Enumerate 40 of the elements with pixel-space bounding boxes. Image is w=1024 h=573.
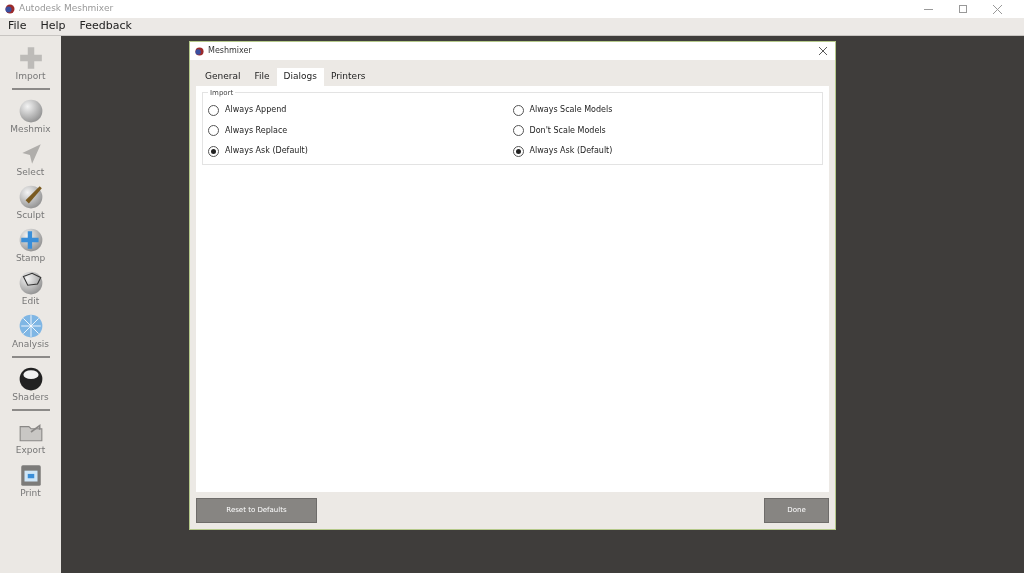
minimize-icon[interactable] [924, 8, 933, 10]
dialog-title: Meshmixer [208, 45, 252, 57]
radio-button[interactable] [208, 145, 219, 157]
tool-button[interactable]: Select [2, 137, 59, 180]
tool-button[interactable]: Stamp [2, 223, 59, 266]
tab[interactable]: Dialogs [276, 68, 324, 86]
mesh-sphere-icon [17, 313, 44, 339]
option-label: Don't Scale Models [529, 124, 606, 137]
sphere-stamp-icon [17, 227, 44, 253]
option-label: Always Append [225, 104, 287, 117]
sphere-icon [17, 98, 44, 124]
radio-button[interactable] [512, 104, 524, 116]
tool-button[interactable]: Analysis [2, 309, 59, 352]
option-label: Always Scale Models [529, 104, 613, 117]
tool-button[interactable]: Edit [2, 266, 59, 309]
menu-item[interactable]: Feedback [79, 18, 132, 35]
sphere-mesh-icon [17, 270, 44, 296]
chrome-sphere-icon [17, 366, 44, 392]
radio-button[interactable] [512, 125, 524, 137]
tool-button[interactable]: Print [2, 458, 59, 501]
window-title: Autodesk Meshmixer [19, 2, 114, 16]
menu-item[interactable]: File [8, 18, 27, 35]
menu-item[interactable]: Help [40, 18, 66, 35]
tool-button[interactable]: Export [2, 415, 59, 458]
tool-button[interactable]: Import [2, 41, 59, 84]
close-icon[interactable] [819, 47, 827, 55]
plus-icon [17, 45, 44, 71]
app-logo-icon [195, 46, 204, 56]
sphere-brush-icon [17, 184, 44, 210]
option-label: Always Ask (Default) [529, 145, 613, 158]
maximize-icon[interactable] [959, 5, 967, 13]
radio-button[interactable] [208, 104, 219, 116]
tool-button[interactable]: Meshmix [2, 94, 59, 137]
app-logo-icon [5, 4, 15, 14]
tool-button[interactable]: Shaders [2, 362, 59, 405]
radio-button[interactable] [512, 145, 524, 157]
option-label: Always Ask (Default) [225, 145, 308, 158]
tool-button[interactable]: Sculpt [2, 180, 59, 223]
option-label: Always Replace [225, 124, 288, 137]
radio-button[interactable] [208, 125, 219, 137]
